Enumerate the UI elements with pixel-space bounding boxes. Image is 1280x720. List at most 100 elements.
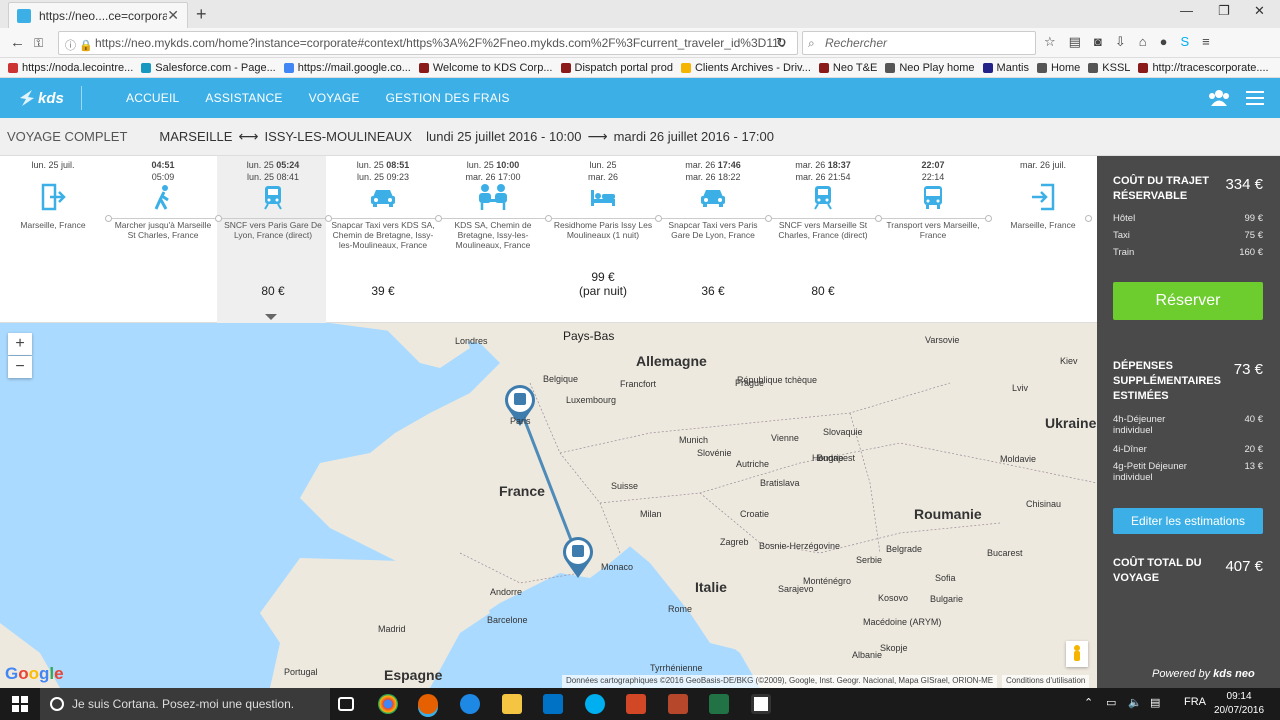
browser-tab[interactable]: https://neo....ce=corporate ✕ xyxy=(8,2,188,28)
zoom-out-button[interactable]: − xyxy=(8,356,32,378)
kds-logo[interactable]: kds xyxy=(18,86,82,110)
timeline-step[interactable]: 04:51 05:09 Marcher jusqu'à Marseille St … xyxy=(108,156,218,240)
timeline-step[interactable]: lun. 25 08:51 lun. 25 09:23 Snapcar Taxi v… xyxy=(328,156,438,298)
map-city-label: Kiev xyxy=(1060,356,1078,366)
key-icon[interactable]: ⚿ xyxy=(34,36,43,51)
bookmark-item[interactable]: Mantis xyxy=(982,62,1029,74)
logo-text: kds xyxy=(38,90,64,107)
bookmark-item[interactable]: Salesforce.com - Page... xyxy=(141,62,276,74)
bookmark-item[interactable]: Home xyxy=(1036,62,1080,74)
hamburger-icon[interactable]: ≡ xyxy=(1202,34,1210,50)
step-start-time: 08:51 xyxy=(386,160,410,170)
new-tab-icon[interactable]: + xyxy=(196,4,207,25)
pocket-icon[interactable]: ◙ xyxy=(1094,34,1102,50)
marseille-train-marker-icon[interactable] xyxy=(561,535,595,579)
cost-line-label: 4h-Déjeuner individuel xyxy=(1113,414,1166,436)
clock[interactable]: 09:14 20/07/2016 xyxy=(1214,690,1264,718)
step-start-line: lun. 25 juil. xyxy=(0,159,108,171)
map-country-label: Espagne xyxy=(384,667,443,683)
step-description: Marcher jusqu'à Marseille St Charles, Fr… xyxy=(114,220,212,240)
map-city-label: Sarajevo xyxy=(778,584,814,594)
nav-item[interactable]: GESTION DES FRAIS xyxy=(386,91,510,105)
nav-item[interactable]: ASSISTANCE xyxy=(205,91,282,105)
cortana-search[interactable]: Je suis Cortana. Posez-moi une question. xyxy=(40,688,330,720)
task-view-icon[interactable] xyxy=(338,697,354,711)
minimize-icon[interactable]: — xyxy=(1180,3,1193,18)
bookmark-item[interactable]: https://mail.google.co... xyxy=(283,62,411,74)
tray-expand-icon[interactable]: ⌃ xyxy=(1084,696,1093,709)
bookmark-item[interactable]: Neo Play home xyxy=(885,62,975,74)
edit-estimates-button[interactable]: Editer les estimations xyxy=(1113,508,1263,534)
search-input[interactable]: ⌕ Rechercher xyxy=(802,31,1036,55)
step-description: Transport vers Marseille, France xyxy=(886,220,980,240)
powered-by: Powered by kds neo xyxy=(1152,668,1255,680)
bookmark-item[interactable]: Clients Archives - Driv... xyxy=(680,62,811,74)
close-tab-icon[interactable]: ✕ xyxy=(167,7,179,24)
skype-icon[interactable]: S xyxy=(1180,34,1189,50)
train-icon xyxy=(768,180,878,214)
windows-start-icon[interactable] xyxy=(12,696,28,712)
powerpoint-icon[interactable] xyxy=(626,694,646,714)
step-price-value: 80 € xyxy=(261,284,285,298)
home-icon[interactable]: ⌂ xyxy=(1139,34,1147,50)
timeline-step[interactable]: lun. 25 juil. Marseille, France xyxy=(0,156,108,230)
timeline-step[interactable]: mar. 26 18:37 mar. 26 21:54 SNCF vers Mars… xyxy=(768,156,878,298)
bookable-amount: 334 € xyxy=(1225,176,1263,193)
zoom-in-button[interactable]: + xyxy=(8,333,32,355)
bookmark-favicon-icon xyxy=(8,62,18,73)
users-icon[interactable] xyxy=(1208,89,1230,107)
close-window-icon[interactable]: ✕ xyxy=(1254,3,1265,19)
cost-line-value: 160 € xyxy=(1239,247,1263,258)
chat-icon[interactable]: ● xyxy=(1160,34,1168,50)
nav-item[interactable]: ACCUEIL xyxy=(126,91,179,105)
notifications-icon[interactable]: ▤ xyxy=(1150,696,1160,709)
nav-item[interactable]: VOYAGE xyxy=(309,91,360,105)
restore-icon[interactable]: ❐ xyxy=(1218,3,1230,19)
step-end-date: mar. 26 xyxy=(685,172,716,182)
excel-icon[interactable] xyxy=(709,694,729,714)
route-map[interactable]: + − Google Données cartographiques ©2016… xyxy=(0,323,1097,688)
firefox-icon[interactable] xyxy=(418,694,438,714)
timeline-step[interactable]: lun. 25 mar. 26 Residhome Paris Issy Les… xyxy=(548,156,658,298)
timeline-step[interactable]: 22:07 22:14 Transport vers Marseille, Fra… xyxy=(878,156,988,240)
timeline-step[interactable]: mar. 26 juil. Marseille, France xyxy=(988,156,1098,230)
outlook-icon[interactable] xyxy=(543,694,563,714)
file-explorer-icon[interactable] xyxy=(502,694,522,714)
reading-list-icon[interactable]: ▤ xyxy=(1069,34,1081,50)
bookmark-star-icon[interactable]: ☆ xyxy=(1044,34,1056,50)
map-city-label: Bucarest xyxy=(987,548,1023,558)
step-price: 99 € (par nuit) xyxy=(548,270,658,298)
bookmark-item[interactable]: http://tracescorporate.... xyxy=(1138,62,1269,74)
chrome-icon[interactable] xyxy=(378,694,398,714)
step-times: mar. 26 18:37 mar. 26 21:54 xyxy=(768,156,878,182)
arrow-right-icon: ⟶ xyxy=(587,128,608,144)
menu-icon[interactable] xyxy=(1246,91,1264,105)
app-icon[interactable] xyxy=(668,694,688,714)
bookmark-item[interactable]: https://noda.lecointre... xyxy=(8,62,133,74)
back-icon[interactable]: ← xyxy=(10,34,25,51)
map-city-label: Skopje xyxy=(880,643,908,653)
map-attribution: Données cartographiques ©2016 GeoBasis-D… xyxy=(562,675,998,688)
reserve-button[interactable]: Réserver xyxy=(1113,282,1263,320)
cost-line-label: 4g-Petit Déjeuner individuel xyxy=(1113,461,1187,483)
bookmark-item[interactable]: Welcome to KDS Corp... xyxy=(418,62,553,74)
street-view-pegman-icon[interactable] xyxy=(1066,641,1088,667)
cost-line-label: Taxi xyxy=(1113,230,1130,241)
skype-taskbar-icon[interactable] xyxy=(585,694,605,714)
browser-toolbar-icons: ☆ ▤ ◙ ⇩ ⌂ ● S ≡ xyxy=(1044,34,1210,50)
timeline-step[interactable]: lun. 25 05:24 lun. 25 08:41 SNCF vers Pari… xyxy=(218,156,328,298)
timeline-step[interactable]: mar. 26 17:46 mar. 26 18:22 Snapcar Taxi v… xyxy=(658,156,768,298)
url-bar[interactable]: ⓘ 🔒 https://neo.mykds.com/home?instance=… xyxy=(58,31,798,55)
download-icon[interactable]: ⇩ xyxy=(1115,34,1126,50)
bookmark-item[interactable]: KSSL xyxy=(1088,62,1130,74)
bookmark-item[interactable]: Neo T&E xyxy=(818,62,877,74)
internet-explorer-icon[interactable] xyxy=(460,694,480,714)
volume-icon[interactable]: 🔈 xyxy=(1128,696,1142,709)
terminal-icon[interactable] xyxy=(751,694,771,714)
network-icon[interactable]: ▭ xyxy=(1106,696,1116,709)
map-terms-link[interactable]: Conditions d'utilisation xyxy=(1002,675,1090,688)
timeline-step[interactable]: lun. 25 10:00 mar. 26 17:00 KDS SA, Chemin… xyxy=(438,156,548,250)
language-indicator[interactable]: FRA xyxy=(1184,696,1206,708)
bookmark-item[interactable]: Dispatch portal prod xyxy=(560,62,673,74)
reload-icon[interactable]: ↻ xyxy=(776,35,787,51)
